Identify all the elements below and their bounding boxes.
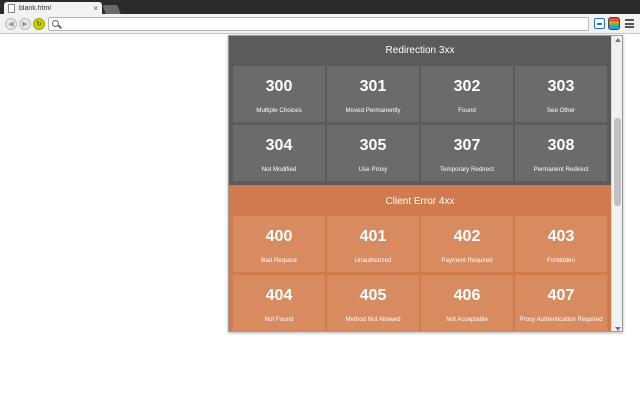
browser-titlebar: blank.html × [0,0,640,15]
scroll-down-arrow-icon[interactable] [615,327,621,331]
extension-icon[interactable] [594,18,605,29]
status-label: Multiple Choices [256,107,302,114]
status-label: Method Not Allowed [345,316,401,323]
reload-button[interactable]: ↻ [33,18,45,30]
redirection-section: Redirection 3xx 300 Multiple Choices 301… [229,36,611,185]
status-code: 308 [547,137,575,154]
status-code: 307 [453,137,481,154]
status-label: Not Found [264,316,294,323]
http-status-extension-icon[interactable] [608,17,620,30]
status-card-404[interactable]: 404 Not Found [233,275,325,331]
status-label: See Other [546,107,576,114]
address-input[interactable] [63,19,583,29]
status-code: 400 [265,228,293,245]
search-icon [52,20,59,27]
status-code: 304 [265,137,293,154]
status-code: 405 [359,287,387,304]
status-label: Unauthorized [354,257,392,264]
client-error-section: Client Error 4xx 400 Bad Request 401 Una… [229,185,611,331]
status-card-308[interactable]: 308 Permanent Redirect [515,125,607,181]
status-card-300[interactable]: 300 Multiple Choices [233,66,325,122]
status-codes-popup: Redirection 3xx 300 Multiple Choices 301… [228,35,623,332]
status-label: Moved Permanently [345,107,401,114]
status-label: Payment Required [441,257,493,264]
status-code: 305 [359,137,387,154]
section-title: Redirection 3xx [385,45,455,56]
new-tab-button[interactable] [102,5,121,14]
status-code: 301 [359,78,387,95]
status-card-302[interactable]: 302 Found [421,66,513,122]
status-label: Proxy Authentication Required [519,316,603,323]
status-label: Permanent Redirect [533,166,589,173]
status-card-304[interactable]: 304 Not Modified [233,125,325,181]
address-bar[interactable] [48,17,589,31]
status-label: Use Proxy [358,166,388,173]
status-card-400[interactable]: 400 Bad Request [233,216,325,272]
scrollbar-thumb[interactable] [614,118,621,206]
status-label: Temporary Redirect [440,166,494,173]
status-label: Found [458,107,476,114]
status-card-405[interactable]: 405 Method Not Allowed [327,275,419,331]
status-label: Not Modified [261,166,297,173]
status-code: 402 [453,228,481,245]
status-code: 401 [359,228,387,245]
status-code: 403 [547,228,575,245]
status-label: Not Acceptable [446,316,488,323]
popup-scrollbar[interactable] [611,36,622,331]
status-card-406[interactable]: 406 Not Acceptable [421,275,513,331]
browser-toolbar: ◀ ▶ ↻ [0,14,640,34]
status-card-305[interactable]: 305 Use Proxy [327,125,419,181]
status-label: Bad Request [261,257,297,264]
back-button[interactable]: ◀ [5,18,17,30]
tab-title: blank.html [19,5,51,12]
status-code: 406 [453,287,481,304]
document-icon [8,4,15,13]
status-card-301[interactable]: 301 Moved Permanently [327,66,419,122]
close-tab-icon[interactable]: × [93,4,98,13]
scroll-up-arrow-icon[interactable] [615,38,621,42]
status-code: 303 [547,78,575,95]
status-card-407[interactable]: 407 Proxy Authentication Required [515,275,607,331]
status-card-403[interactable]: 403 Forbidden [515,216,607,272]
status-label: Forbidden [547,257,575,264]
status-card-303[interactable]: 303 See Other [515,66,607,122]
status-code: 300 [265,78,293,95]
status-code: 407 [547,287,575,304]
status-card-401[interactable]: 401 Unauthorized [327,216,419,272]
popup-content: Redirection 3xx 300 Multiple Choices 301… [229,36,611,331]
status-card-307[interactable]: 307 Temporary Redirect [421,125,513,181]
status-code: 302 [453,78,481,95]
forward-button[interactable]: ▶ [19,18,31,30]
status-code: 404 [265,287,293,304]
status-card-402[interactable]: 402 Payment Required [421,216,513,272]
section-title: Client Error 4xx [385,196,455,207]
menu-icon[interactable] [625,19,634,28]
